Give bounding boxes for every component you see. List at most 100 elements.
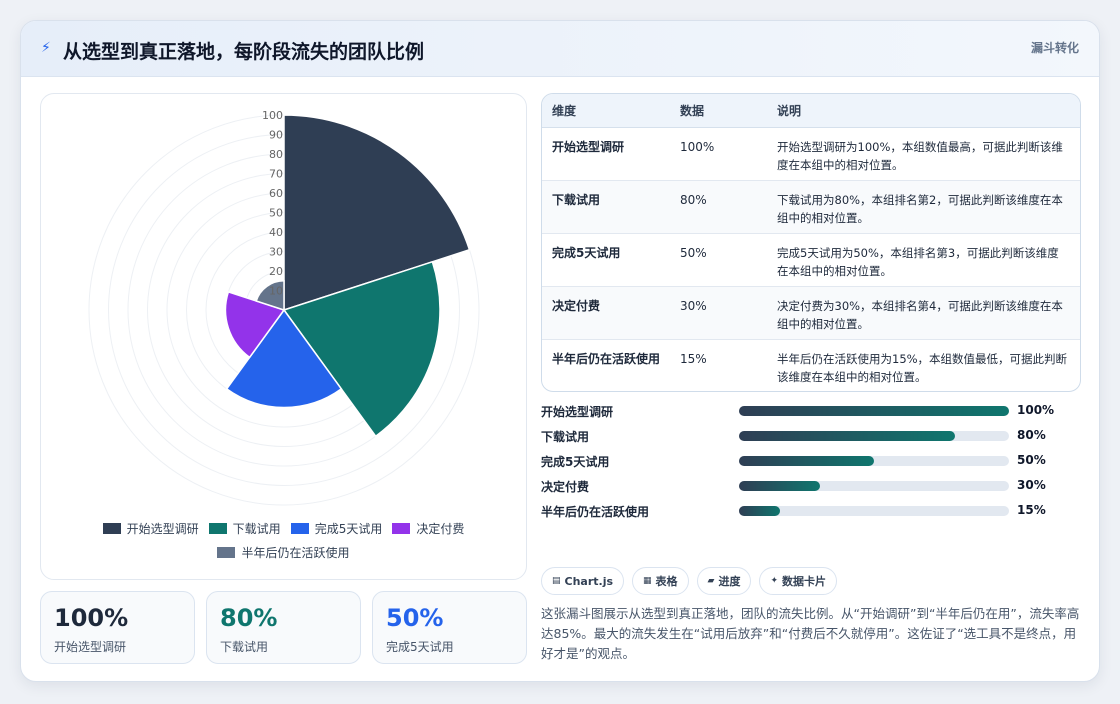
progress-row: 开始选型调研 100% bbox=[541, 401, 1081, 421]
legend-item[interactable]: 半年后仍在活跃使用 bbox=[217, 544, 350, 561]
r-tick-label: 40 bbox=[269, 226, 283, 239]
kpi-label: 下载试用 bbox=[220, 640, 269, 654]
progress-label: 开始选型调研 bbox=[541, 405, 614, 419]
cell-note: 半年后仍在活跃使用为15%，本组数值最低，可据此判断该维度在本组中的相对位置。 bbox=[777, 351, 1068, 384]
progress-label: 下载试用 bbox=[541, 430, 590, 444]
r-tick-label: 50 bbox=[269, 207, 283, 220]
header-tag: 漏斗转化 bbox=[1030, 41, 1079, 55]
progress-value: 15% bbox=[1017, 503, 1046, 517]
progress-value: 50% bbox=[1017, 453, 1046, 467]
cell-dimension: 决定付费 bbox=[552, 298, 601, 313]
table-row: 开始选型调研 100% 开始选型调研为100%，本组数值最高，可据此判断该维度在… bbox=[542, 127, 1080, 180]
cell-note: 开始选型调研为100%，本组数值最高，可据此判断该维度在本组中的相对位置。 bbox=[777, 139, 1063, 172]
cell-note: 下载试用为80%，本组排名第2，可据此判断该维度在本组中的相对位置。 bbox=[777, 192, 1063, 225]
progress-row: 下载试用 80% bbox=[541, 426, 1081, 446]
cell-dimension: 完成5天试用 bbox=[552, 245, 621, 260]
progress-row: 决定付费 30% bbox=[541, 476, 1081, 496]
legend-swatch bbox=[217, 547, 236, 558]
progress-value: 80% bbox=[1017, 428, 1046, 442]
chip-chartjs[interactable]: ▤ Chart.js bbox=[541, 567, 625, 595]
legend-item[interactable]: 开始选型调研 bbox=[102, 520, 199, 537]
kpi-card: 100% 开始选型调研 bbox=[40, 591, 195, 664]
r-tick-label: 20 bbox=[269, 265, 283, 278]
progress-label: 决定付费 bbox=[541, 480, 590, 494]
cell-dimension: 下载试用 bbox=[552, 192, 601, 207]
progress-label: 完成5天试用 bbox=[541, 455, 610, 469]
progress-fill bbox=[739, 406, 1009, 416]
cell-value: 100% bbox=[680, 139, 715, 154]
dashboard-card: ⚡ 从选型到真正落地，每阶段流失的团队比例 漏斗转化 10 20 30 40 50 60 7… bbox=[20, 20, 1100, 682]
progress-value: 100% bbox=[1017, 403, 1055, 417]
column-header: 维度 bbox=[542, 94, 670, 128]
r-tick-label: 90 bbox=[269, 129, 283, 142]
cell-value: 80% bbox=[680, 192, 707, 207]
progress-track bbox=[739, 506, 1009, 516]
table-row: 半年后仍在活跃使用 15% 半年后仍在活跃使用为15%，本组数值最低，可据此判断… bbox=[542, 339, 1080, 391]
kpi-label: 开始选型调研 bbox=[54, 640, 127, 654]
progress-track bbox=[739, 406, 1009, 416]
r-tick-label: 70 bbox=[269, 168, 283, 181]
table-icon: ▦ bbox=[643, 576, 652, 586]
chart-icon: ▤ bbox=[552, 576, 561, 586]
chip-label: 表格 bbox=[655, 575, 678, 588]
chip-progress[interactable]: ▰ 进度 bbox=[696, 567, 752, 595]
lightning-icon: ⚡ bbox=[41, 40, 51, 56]
progress-icon: ▰ bbox=[707, 576, 715, 586]
kpi-card: 50% 完成5天试用 bbox=[372, 591, 527, 664]
kpi-value: 100% bbox=[54, 604, 129, 632]
chip-data-cards[interactable]: ✦ 数据卡片 bbox=[759, 567, 838, 595]
chip-label: Chart.js bbox=[564, 574, 614, 588]
legend-swatch bbox=[290, 523, 309, 534]
legend-label: 决定付费 bbox=[416, 522, 465, 536]
legend-label: 完成5天试用 bbox=[314, 522, 383, 536]
column-header: 说明 bbox=[767, 94, 1080, 128]
cell-dimension: 开始选型调研 bbox=[552, 139, 625, 154]
progress-track bbox=[739, 481, 1009, 491]
cell-value: 30% bbox=[680, 298, 707, 313]
cell-value: 15% bbox=[680, 351, 707, 366]
legend-swatch bbox=[392, 523, 411, 534]
chart-legend: 开始选型调研 下载试用 完成5天试用 决定付费 半年后仍在活跃使用 bbox=[41, 520, 526, 568]
chip-label: 进度 bbox=[718, 575, 741, 588]
r-tick-label: 30 bbox=[269, 246, 283, 259]
cell-note: 完成5天试用为50%，本组排名第3，可据此判断该维度在本组中的相对位置。 bbox=[777, 245, 1059, 278]
progress-fill bbox=[739, 431, 955, 441]
r-tick-label: 100 bbox=[262, 109, 283, 122]
progress-track bbox=[739, 456, 1009, 466]
column-header: 数据 bbox=[670, 94, 767, 128]
polar-area-chart: 10 20 30 40 50 60 70 80 90 100 bbox=[88, 109, 480, 506]
legend-swatch bbox=[102, 523, 121, 534]
cell-note: 决定付费为30%，本组排名第4，可据此判断该维度在本组中的相对位置。 bbox=[777, 298, 1063, 331]
kpi-value: 50% bbox=[386, 604, 444, 632]
page-title: 从选型到真正落地，每阶段流失的团队比例 bbox=[63, 41, 425, 63]
feature-chips: ▤ Chart.js ▦ 表格 ▰ 进度 ✦ 数据卡片 bbox=[541, 567, 838, 595]
kpi-label: 完成5天试用 bbox=[386, 640, 454, 654]
chip-label: 数据卡片 bbox=[782, 575, 827, 588]
table-row: 完成5天试用 50% 完成5天试用为50%，本组排名第3，可据此判断该维度在本组… bbox=[542, 233, 1080, 286]
data-table: 维度 数据 说明 开始选型调研 100% 开始选型调研为100%，本组数值最高，… bbox=[541, 93, 1081, 392]
progress-row: 半年后仍在活跃使用 15% bbox=[541, 501, 1081, 521]
table-row: 下载试用 80% 下载试用为80%，本组排名第2，可据此判断该维度在本组中的相对… bbox=[542, 180, 1080, 233]
table-row: 决定付费 30% 决定付费为30%，本组排名第4，可据此判断该维度在本组中的相对… bbox=[542, 286, 1080, 339]
legend-label: 下载试用 bbox=[232, 522, 281, 536]
progress-fill bbox=[739, 481, 820, 491]
legend-item[interactable]: 下载试用 bbox=[208, 520, 281, 537]
progress-fill bbox=[739, 506, 780, 516]
progress-label: 半年后仍在活跃使用 bbox=[541, 505, 650, 519]
cell-dimension: 半年后仍在活跃使用 bbox=[552, 351, 661, 366]
cell-value: 50% bbox=[680, 245, 707, 260]
r-tick-label: 60 bbox=[269, 187, 283, 200]
progress-row: 完成5天试用 50% bbox=[541, 451, 1081, 471]
legend-item[interactable]: 决定付费 bbox=[392, 520, 464, 537]
progress-value: 30% bbox=[1017, 478, 1046, 492]
sparkle-icon: ✦ bbox=[770, 576, 779, 586]
progress-fill bbox=[739, 456, 874, 466]
legend-label: 半年后仍在活跃使用 bbox=[241, 546, 350, 560]
chart-description: 这张漏斗图展示从选型到真正落地，团队的流失比例。从“开始调研”到“半年后仍在用”… bbox=[541, 606, 1080, 661]
polar-chart-panel: 10 20 30 40 50 60 70 80 90 100 开始选型调研 下载试用 完成5天试用 决定… bbox=[40, 93, 527, 580]
legend-item[interactable]: 完成5天试用 bbox=[290, 520, 383, 537]
r-tick-label: 80 bbox=[269, 148, 283, 161]
progress-track bbox=[739, 431, 1009, 441]
chip-table[interactable]: ▦ 表格 bbox=[632, 567, 689, 595]
legend-label: 开始选型调研 bbox=[126, 522, 199, 536]
